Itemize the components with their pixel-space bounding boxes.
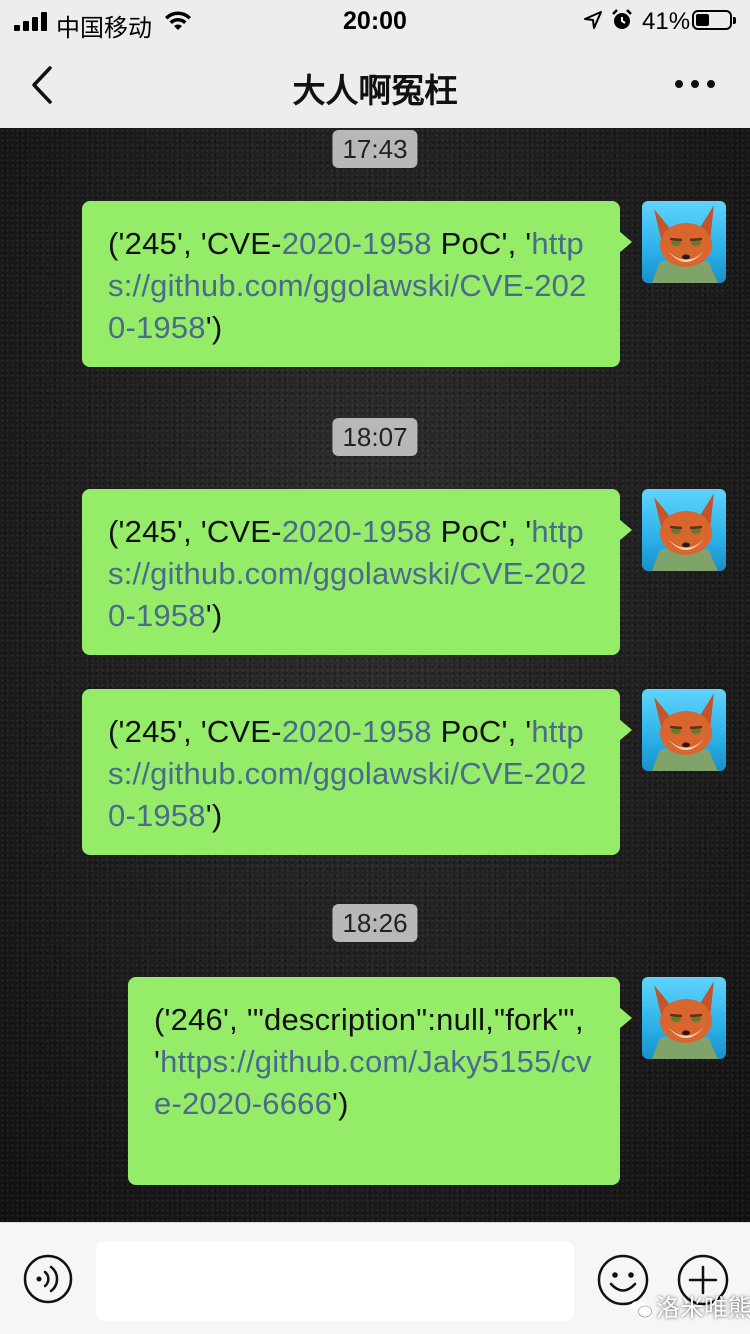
location-arrow-icon (584, 11, 602, 29)
timestamp: 18:07 (332, 418, 418, 456)
avatar[interactable] (642, 201, 726, 283)
status-bar: 中国移动 20:00 41% (0, 0, 750, 42)
message-highlight: 2020-1958 (281, 714, 432, 749)
wechat-logo-icon (630, 1301, 652, 1318)
battery-percentage: 41% (642, 8, 691, 35)
message-text: PoC', ' (431, 514, 532, 549)
message-text: ') (205, 310, 223, 345)
fox-avatar-image (652, 981, 718, 1059)
chat-title: 大人啊冤枉 (292, 72, 458, 109)
message-text: PoC', ' (431, 226, 532, 261)
message-text: ') (332, 1086, 349, 1121)
ellipsis-icon[interactable] (672, 72, 718, 96)
message-text: PoC', ' (431, 714, 532, 749)
voice-icon[interactable] (22, 1253, 74, 1305)
message-bubble[interactable]: ('246', '"description":null,"fork"', 'ht… (128, 977, 632, 1185)
fox-avatar-image (652, 493, 718, 571)
battery-level-fill (696, 14, 709, 26)
timestamp: 17:43 (332, 130, 418, 168)
message-text: ('245', 'CVE- (108, 514, 282, 549)
message-list[interactable]: 17:43 ('245', 'CVE-2020-1958 PoC', 'http… (0, 128, 750, 1222)
battery-icon (692, 10, 736, 30)
watermark: 洛米唯熊 (630, 1288, 750, 1323)
chat-header: 大人啊冤枉 (0, 42, 750, 128)
fox-avatar-image (652, 205, 718, 283)
alarm-clock-icon (612, 9, 632, 29)
watermark-text: 洛米唯熊 (656, 1295, 750, 1322)
avatar[interactable] (642, 689, 726, 771)
message-text: ('245', 'CVE- (108, 714, 282, 749)
timestamp: 18:26 (332, 904, 418, 942)
avatar[interactable] (642, 489, 726, 571)
fox-avatar-image (652, 693, 718, 771)
clock: 20:00 (343, 7, 407, 35)
message-bubble[interactable]: ('245', 'CVE-2020-1958 PoC', 'https://gi… (82, 689, 632, 855)
message-highlight: 2020-1958 (281, 514, 432, 549)
message-link[interactable]: https://github.com/Jaky5155/cve-2020-666… (154, 1044, 592, 1121)
avatar[interactable] (642, 977, 726, 1059)
message-input[interactable] (96, 1241, 574, 1321)
message-highlight: 2020-1958 (281, 226, 432, 261)
message-bubble[interactable]: ('245', 'CVE-2020-1958 PoC', 'https://gi… (82, 201, 632, 367)
message-text: ') (205, 798, 223, 833)
message-text: ('245', 'CVE- (108, 226, 282, 261)
message-bubble[interactable]: ('245', 'CVE-2020-1958 PoC', 'https://gi… (82, 489, 632, 655)
message-text: ') (205, 598, 223, 633)
